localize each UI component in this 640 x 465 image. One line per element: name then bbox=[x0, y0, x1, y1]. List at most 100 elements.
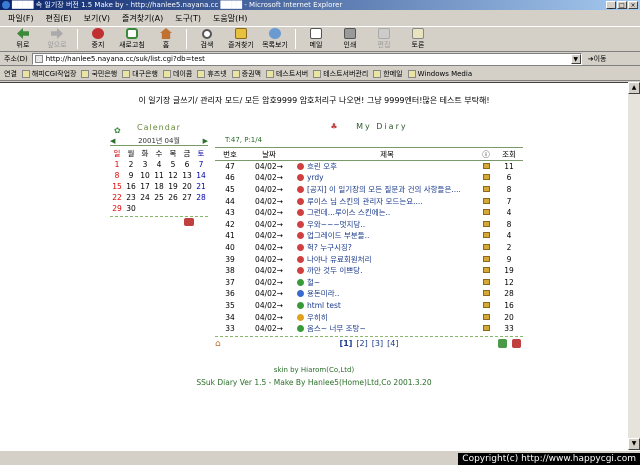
page-link[interactable]: [2] bbox=[356, 339, 367, 348]
calendar-day[interactable]: 14 bbox=[194, 170, 208, 181]
bullet-icon bbox=[297, 243, 304, 251]
page-current[interactable]: [1] bbox=[340, 339, 353, 348]
subject-link[interactable]: 우히히 bbox=[307, 313, 328, 322]
page-link[interactable]: [4] bbox=[387, 339, 398, 348]
calendar-day[interactable]: 22 bbox=[110, 192, 124, 203]
calendar-day[interactable]: 29 bbox=[110, 203, 124, 214]
menu-help[interactable]: 도움말(H) bbox=[213, 13, 247, 24]
calendar-day[interactable]: 23 bbox=[124, 192, 138, 203]
go-button[interactable]: ➔이동 bbox=[588, 54, 607, 64]
menu-tools[interactable]: 도구(T) bbox=[175, 13, 201, 24]
diary-title-bar: ♣ My Diary bbox=[215, 119, 523, 135]
link-item[interactable]: 휴즈넷 bbox=[197, 69, 227, 79]
favorites-icon bbox=[235, 28, 247, 39]
calendar-day[interactable]: 20 bbox=[180, 181, 194, 192]
menu-edit[interactable]: 편집(E) bbox=[46, 13, 72, 24]
calendar-day[interactable]: 8 bbox=[110, 170, 124, 181]
menu-favorites[interactable]: 즐겨찾기(A) bbox=[122, 13, 163, 24]
calendar-day[interactable]: 9 bbox=[124, 170, 138, 181]
row-info bbox=[477, 207, 495, 219]
address-dropdown-button[interactable]: ▼ bbox=[570, 53, 581, 64]
forward-arrow-icon bbox=[51, 28, 63, 39]
write-icon[interactable] bbox=[184, 218, 194, 226]
scroll-up-button[interactable]: ▲ bbox=[628, 82, 640, 94]
calendar-next-button[interactable]: ▶ bbox=[203, 137, 208, 145]
search-button[interactable]: 검색 bbox=[190, 27, 224, 51]
calendar-day[interactable]: 17 bbox=[138, 181, 152, 192]
subject-link[interactable]: [공지] 이 일기장의 모든 질문과 건의 사항들은.... bbox=[307, 185, 461, 194]
subject-link[interactable]: 옴스~ 너무 조탕~ bbox=[307, 324, 366, 333]
calendar-day[interactable]: 21 bbox=[194, 181, 208, 192]
calendar-day[interactable]: 5 bbox=[166, 159, 180, 170]
subject-link[interactable]: 루이스 님 스킨의 관리자 모드는요.... bbox=[307, 197, 423, 206]
admin-icon[interactable] bbox=[512, 339, 521, 349]
subject-link[interactable]: html test bbox=[307, 301, 341, 310]
calendar-day[interactable]: 2 bbox=[124, 159, 138, 170]
menu-view[interactable]: 보기(V) bbox=[84, 13, 110, 24]
calendar-day[interactable]: 28 bbox=[194, 192, 208, 203]
link-item[interactable]: Windows Media bbox=[407, 69, 472, 78]
address-input[interactable]: http://hanlee5.nayana.cc/suk/list.cgi?db… bbox=[31, 52, 582, 65]
calendar-day[interactable]: 30 bbox=[124, 203, 138, 214]
row-info bbox=[477, 184, 495, 196]
back-button[interactable]: 뒤로 bbox=[6, 27, 40, 51]
calendar-day[interactable]: 12 bbox=[166, 170, 180, 181]
calendar-day[interactable]: 26 bbox=[166, 192, 180, 203]
discuss-button[interactable]: 토론 bbox=[401, 27, 435, 51]
calendar-day[interactable]: 7 bbox=[194, 159, 208, 170]
table-row: 39 04/02→ 나야나 유료회원처리 9 bbox=[215, 253, 523, 265]
vertical-scrollbar[interactable]: ▲ ▼ bbox=[628, 82, 640, 450]
calendar-header: ✿ Calendar bbox=[110, 119, 208, 136]
page-link[interactable]: [3] bbox=[372, 339, 383, 348]
print-button[interactable]: 인쇄 bbox=[333, 27, 367, 51]
edit-button[interactable]: 편집 bbox=[367, 27, 401, 51]
subject-link[interactable]: 헉? 누구시징? bbox=[307, 243, 352, 252]
link-item[interactable]: 대구은행 bbox=[122, 69, 158, 79]
forward-button[interactable]: 앞으로 bbox=[40, 27, 74, 51]
link-item[interactable]: 증권맥 bbox=[231, 69, 261, 79]
row-subject: 업그레이드 부분들.. bbox=[293, 230, 477, 242]
subject-link[interactable]: 나야나 유료회원처리 bbox=[307, 255, 371, 264]
home-button[interactable]: 홈 bbox=[149, 27, 183, 51]
subject-link[interactable]: 헐~ bbox=[307, 278, 320, 287]
subject-link[interactable]: 흐린 오후 bbox=[307, 162, 337, 171]
refresh-button[interactable]: 새로고침 bbox=[115, 27, 149, 51]
calendar-day[interactable]: 3 bbox=[138, 159, 152, 170]
history-button[interactable]: 목록보기 bbox=[258, 27, 292, 51]
link-item[interactable]: 테스트서버관리 bbox=[313, 69, 368, 79]
mail-button[interactable]: 메일 bbox=[299, 27, 333, 51]
calendar-day[interactable]: 16 bbox=[124, 181, 138, 192]
scroll-down-button[interactable]: ▼ bbox=[628, 438, 640, 450]
subject-link[interactable]: 업그레이드 부분들.. bbox=[307, 231, 369, 240]
calendar-day[interactable]: 4 bbox=[152, 159, 166, 170]
close-button[interactable]: × bbox=[628, 1, 638, 9]
calendar-day[interactable]: 6 bbox=[180, 159, 194, 170]
minimize-button[interactable]: _ bbox=[606, 1, 616, 9]
subject-link[interactable]: 까만 것두 이쁘당. bbox=[307, 266, 362, 275]
calendar-day[interactable]: 13 bbox=[180, 170, 194, 181]
write-icon[interactable] bbox=[498, 339, 507, 349]
menu-file[interactable]: 파일(F) bbox=[8, 13, 34, 24]
subject-link[interactable]: 용돈미라.. bbox=[307, 289, 339, 298]
link-item[interactable]: 데이콤 bbox=[163, 69, 192, 79]
calendar-day[interactable]: 24 bbox=[138, 192, 152, 203]
link-item[interactable]: 테스트서버 bbox=[265, 69, 308, 79]
subject-link[interactable]: 그런데...루이스 스킨에는.. bbox=[307, 208, 390, 217]
stop-button[interactable]: 중지 bbox=[81, 27, 115, 51]
subject-link[interactable]: yrdy bbox=[307, 173, 324, 182]
calendar-day[interactable]: 18 bbox=[152, 181, 166, 192]
link-item[interactable]: 한메일 bbox=[373, 69, 403, 79]
link-item[interactable]: 해피CGI작업장 bbox=[21, 69, 76, 79]
calendar-day[interactable]: 27 bbox=[180, 192, 194, 203]
calendar-day[interactable]: 15 bbox=[110, 181, 124, 192]
link-item[interactable]: 국민은행 bbox=[81, 69, 117, 79]
maximize-button[interactable]: □ bbox=[617, 1, 627, 9]
calendar-day[interactable]: 10 bbox=[138, 170, 152, 181]
calendar-day[interactable]: 19 bbox=[166, 181, 180, 192]
calendar-day[interactable]: 25 bbox=[152, 192, 166, 203]
calendar-day[interactable]: 11 bbox=[152, 170, 166, 181]
favorites-button[interactable]: 즐겨찾기 bbox=[224, 27, 258, 51]
home-small-icon[interactable]: ⌂ bbox=[215, 339, 221, 349]
subject-link[interactable]: 우와~~~멋지당.. bbox=[307, 220, 365, 229]
calendar-day[interactable]: 1 bbox=[110, 159, 124, 170]
